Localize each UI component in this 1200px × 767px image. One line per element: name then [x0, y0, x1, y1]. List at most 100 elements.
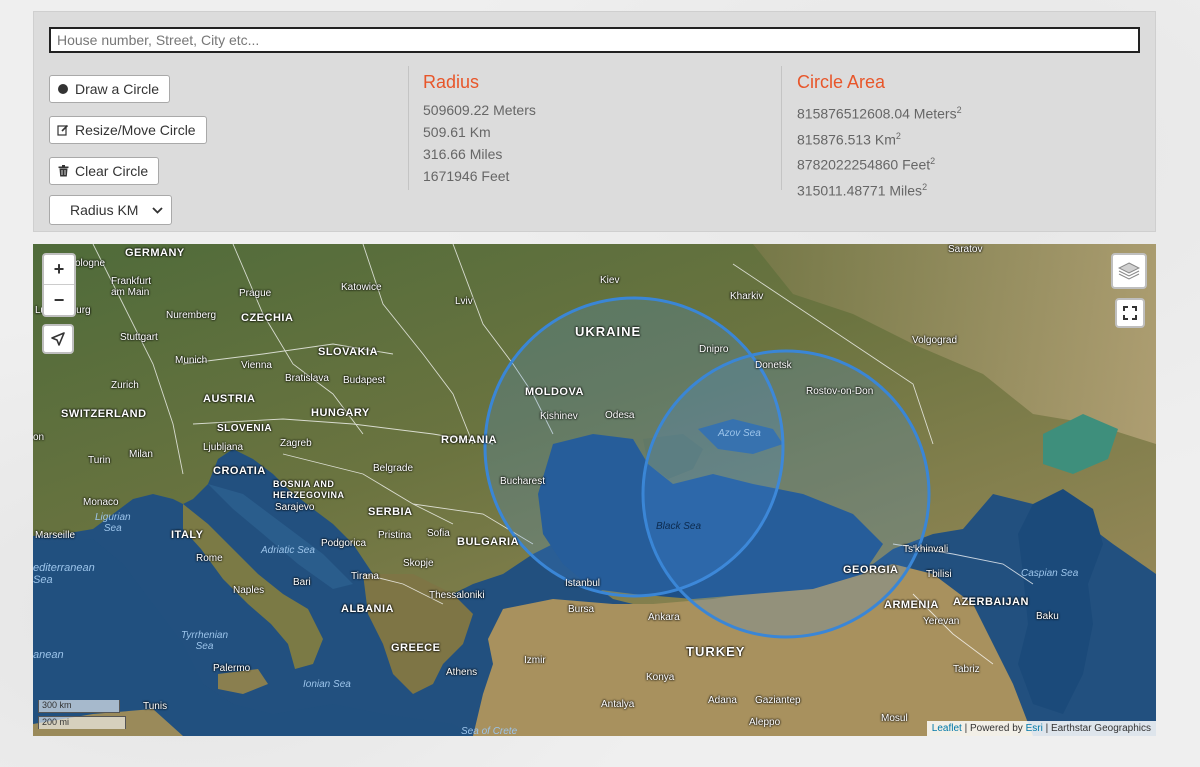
map-label: TURKEY — [686, 644, 746, 659]
fullscreen-button[interactable] — [1115, 298, 1145, 328]
map-label: CROATIA — [213, 465, 266, 477]
zoom-in-button[interactable]: + — [44, 255, 74, 285]
clear-circle-label: Clear Circle — [75, 163, 149, 179]
radius-title: Radius — [423, 72, 480, 92]
map-label: ITALY — [171, 529, 204, 541]
map-label: Baku — [1036, 611, 1059, 622]
map-label: Turin — [88, 455, 111, 466]
chevron-down-icon — [152, 203, 163, 219]
map-label: Tabriz — [953, 664, 980, 675]
map-label: Belgrade — [373, 463, 414, 474]
map-label: Saratov — [948, 244, 983, 255]
radius-unit-select[interactable]: Radius KM — [49, 195, 172, 225]
clear-circle-button[interactable]: Clear Circle — [49, 157, 160, 185]
map-label: SLOVENIA — [217, 423, 273, 434]
radius-meters: 509609.22 Meters — [423, 102, 536, 118]
layers-button[interactable] — [1111, 253, 1147, 289]
map-label: Odesa — [605, 410, 635, 421]
attribution-text: | Powered by — [961, 723, 1026, 734]
map-label: Volgograd — [912, 335, 958, 346]
map-label: Katowice — [341, 282, 382, 293]
map-label: Athens — [446, 667, 478, 678]
drawn-circle-2 — [641, 349, 931, 639]
map-label: Sofia — [427, 528, 450, 539]
map-label: Marseille — [35, 530, 76, 541]
map-label: Monaco — [83, 497, 119, 508]
map-label: Stuttgart — [120, 332, 158, 343]
map-label: Izmir — [524, 655, 546, 666]
map-label: BULGARIA — [457, 536, 520, 548]
locate-button[interactable] — [42, 324, 74, 354]
resize-move-circle-button[interactable]: Resize/Move Circle — [49, 116, 207, 144]
map-label: SLOVAKIA — [318, 346, 379, 358]
map-label: GEORGIA — [843, 564, 899, 576]
map-label: Milan — [129, 449, 153, 460]
area-section: Circle Area 815876512608.04 Meters2 8158… — [797, 72, 962, 202]
address-search-input[interactable] — [49, 27, 1140, 53]
map-label: Caspian Sea — [1021, 568, 1079, 579]
scale-mi: 200 mi — [38, 716, 126, 729]
satellite-map[interactable]: GERMANY ologne Frankfurt am Main Luxembo… — [33, 244, 1156, 736]
map-label: Zagreb — [280, 438, 312, 449]
radius-km: 509.61 Km — [423, 124, 491, 140]
map-label: Bratislava — [285, 373, 329, 384]
map-label: Ankara — [648, 612, 680, 623]
area-miles: 315011.48771 Miles2 — [797, 181, 928, 199]
map-label: Azov Sea — [718, 428, 761, 439]
leaflet-link[interactable]: Leaflet — [932, 723, 962, 734]
map-label: GREECE — [391, 642, 441, 654]
map-label: editerranean Sea — [33, 562, 95, 586]
map-label: Naples — [233, 585, 265, 596]
map-label: Munich — [175, 355, 208, 366]
map-label: Ljubljana — [203, 442, 244, 453]
resize-move-label: Resize/Move Circle — [75, 122, 196, 138]
area-title: Circle Area — [797, 72, 886, 92]
map-label: Adriatic Sea — [261, 545, 315, 556]
radius-miles: 316.66 Miles — [423, 146, 503, 162]
map-label: BOSNIA AND HERZEGOVINA — [273, 479, 345, 500]
map-label: anean — [33, 649, 64, 661]
map-label: Aleppo — [749, 717, 781, 728]
draw-circle-button[interactable]: Draw a Circle — [49, 75, 171, 103]
attribution-text: | Earthstar Geographics — [1042, 723, 1151, 734]
map-label: Adana — [708, 695, 737, 706]
map-label: Tirana — [351, 571, 379, 582]
map-label: ARMENIA — [884, 599, 939, 611]
zoom-control: + − — [42, 253, 76, 317]
scale-km: 300 km — [38, 700, 120, 713]
map-label: Kharkiv — [730, 291, 764, 302]
map-label: Sea of Crete — [461, 726, 518, 736]
fullscreen-icon — [1123, 306, 1137, 320]
map-label: Yerevan — [923, 616, 960, 627]
map-attribution: Leaflet | Powered by Esri | Earthstar Ge… — [926, 721, 1156, 736]
divider — [781, 66, 782, 190]
map-label: Palermo — [213, 663, 251, 674]
area-feet: 8782022254860 Feet2 — [797, 156, 936, 173]
map-label: Donetsk — [755, 360, 792, 371]
map-label: Ts'khinvali — [903, 544, 949, 555]
map-label: AUSTRIA — [203, 393, 256, 405]
map-label: UKRAINE — [575, 324, 642, 339]
map-label: Pristina — [378, 530, 412, 541]
map-label: Prague — [239, 288, 272, 299]
esri-link[interactable]: Esri — [1026, 723, 1043, 734]
map-label: Bari — [293, 577, 311, 588]
zoom-out-button[interactable]: − — [44, 285, 74, 315]
map-label: Sarajevo — [275, 502, 315, 513]
map-label: on — [33, 432, 45, 443]
map-label: ALBANIA — [341, 603, 394, 615]
area-meters: 815876512608.04 Meters2 — [797, 105, 962, 122]
map-label: Vienna — [241, 360, 272, 371]
map-label: Frankfurt am Main — [111, 276, 152, 298]
radius-section: Radius 509609.22 Meters 509.61 Km 316.66… — [423, 72, 536, 187]
radius-feet: 1671946 Feet — [423, 168, 510, 184]
map-label: HUNGARY — [311, 407, 370, 419]
map-label: Skopje — [403, 558, 434, 569]
map-label: Dnipro — [699, 344, 729, 355]
map-label: ROMANIA — [441, 434, 498, 446]
map-label: Zurich — [111, 380, 139, 391]
map-label: Tunis — [143, 701, 168, 712]
map-label: Tbilisi — [926, 569, 952, 580]
map-label: Nuremberg — [166, 310, 217, 321]
map-label: Kiev — [600, 275, 620, 286]
